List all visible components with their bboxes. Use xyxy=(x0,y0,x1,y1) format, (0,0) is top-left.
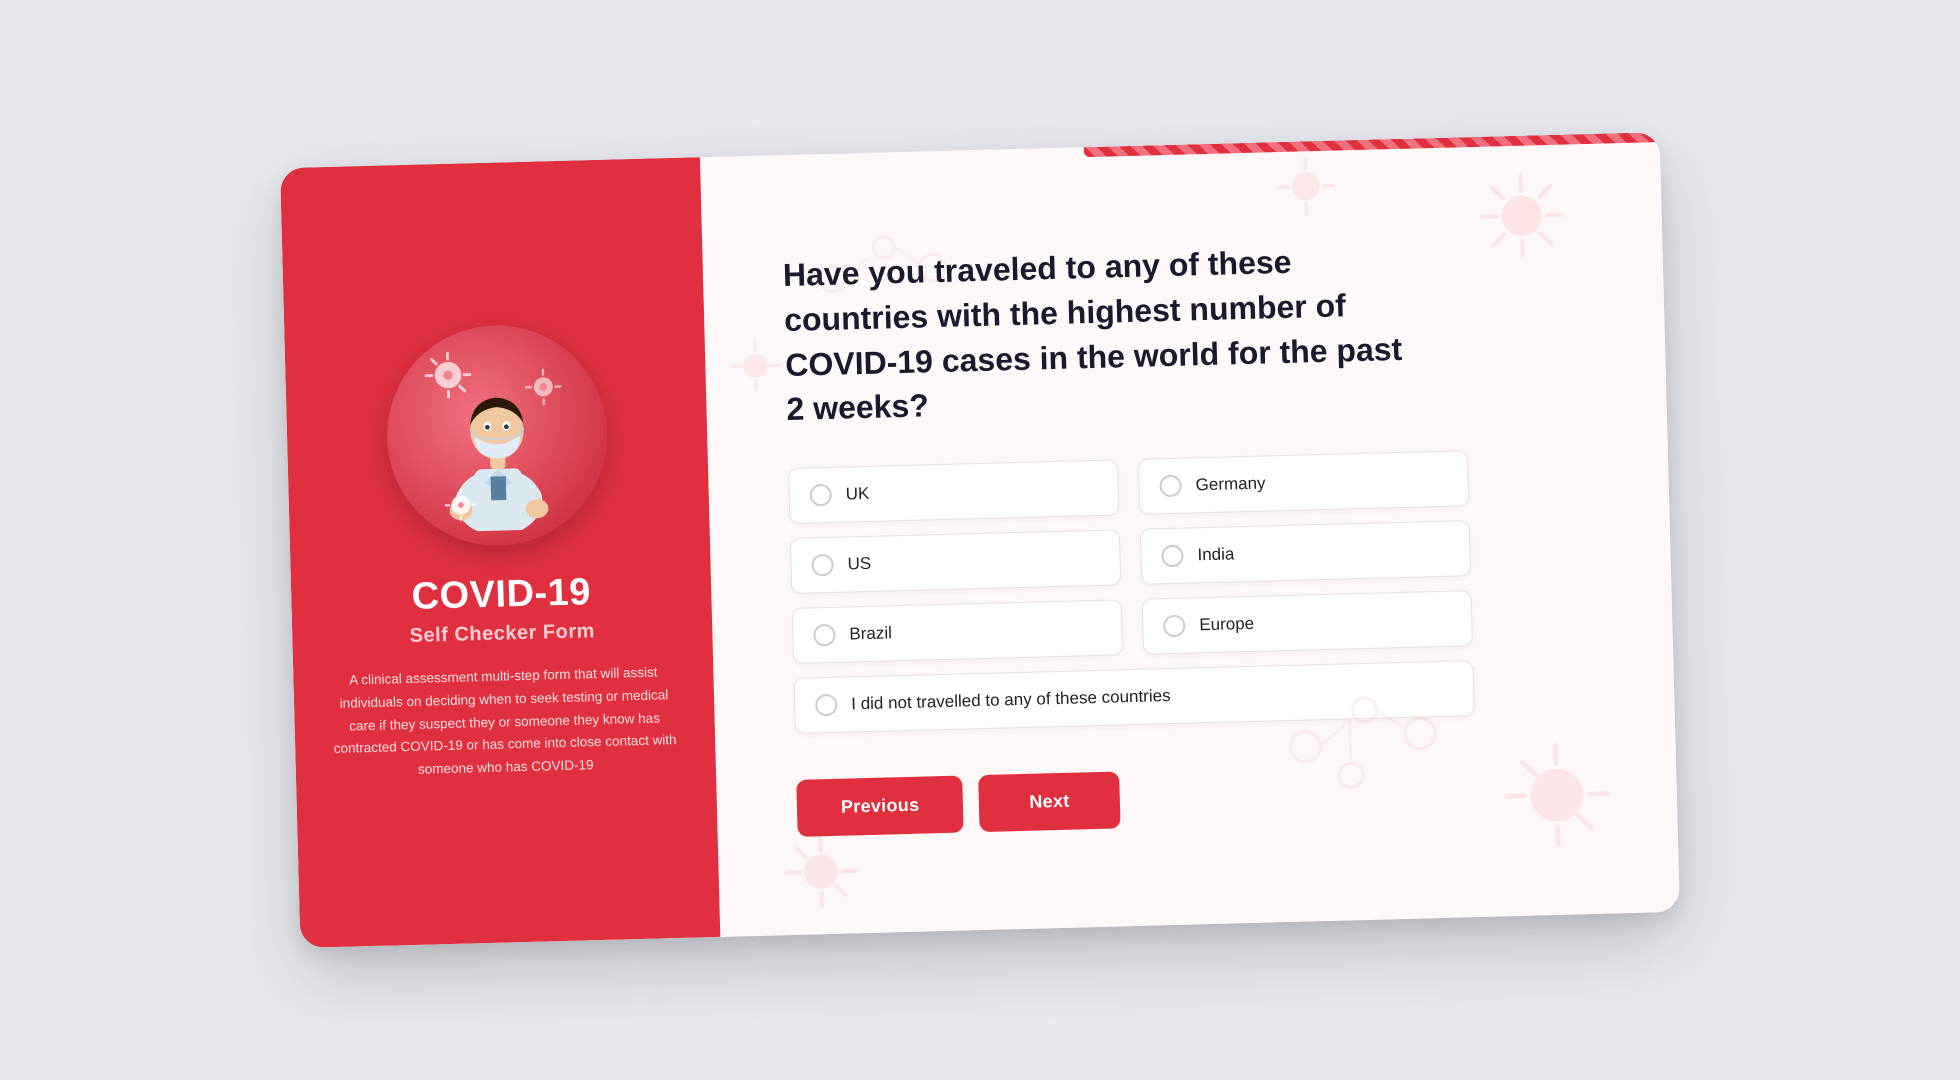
option-india[interactable]: India xyxy=(1140,520,1471,585)
option-brazil[interactable]: Brazil xyxy=(792,599,1123,664)
option-us-label: US xyxy=(847,554,871,575)
main-card: COVID-19 Self Checker Form A clinical as… xyxy=(280,132,1680,948)
doctor-illustration xyxy=(415,338,580,532)
radio-none[interactable] xyxy=(815,694,838,717)
options-container: UK Germany US India Brazil Europe xyxy=(788,450,1475,734)
option-brazil-label: Brazil xyxy=(849,623,892,644)
option-uk-label: UK xyxy=(846,484,870,505)
option-germany-label: Germany xyxy=(1195,474,1265,496)
nav-buttons: Previous Next xyxy=(796,759,1607,837)
radio-us[interactable] xyxy=(811,554,834,577)
option-none[interactable]: I did not travelled to any of these coun… xyxy=(794,660,1475,734)
radio-germany[interactable] xyxy=(1159,475,1182,498)
doctor-avatar xyxy=(384,322,610,548)
option-germany[interactable]: Germany xyxy=(1138,450,1469,515)
radio-uk[interactable] xyxy=(809,484,832,507)
app-subtitle: Self Checker Form xyxy=(409,620,595,648)
option-india-label: India xyxy=(1197,544,1234,565)
option-uk[interactable]: UK xyxy=(788,459,1119,524)
option-none-label: I did not travelled to any of these coun… xyxy=(851,686,1171,714)
left-panel: COVID-19 Self Checker Form A clinical as… xyxy=(280,157,720,948)
previous-button[interactable]: Previous xyxy=(796,776,964,837)
radio-brazil[interactable] xyxy=(813,624,836,647)
next-button[interactable]: Next xyxy=(979,772,1121,833)
option-europe[interactable]: Europe xyxy=(1142,590,1473,655)
progress-bar xyxy=(1084,132,1660,157)
question-text: Have you traveled to any of these countr… xyxy=(782,237,1406,432)
app-description: A clinical assessment multi-step form th… xyxy=(329,661,680,785)
option-us[interactable]: US xyxy=(790,529,1121,594)
app-title: COVID-19 xyxy=(411,571,591,619)
radio-europe[interactable] xyxy=(1163,615,1186,638)
radio-india[interactable] xyxy=(1161,545,1184,568)
option-europe-label: Europe xyxy=(1199,614,1254,635)
right-panel: Have you traveled to any of these countr… xyxy=(700,132,1680,937)
